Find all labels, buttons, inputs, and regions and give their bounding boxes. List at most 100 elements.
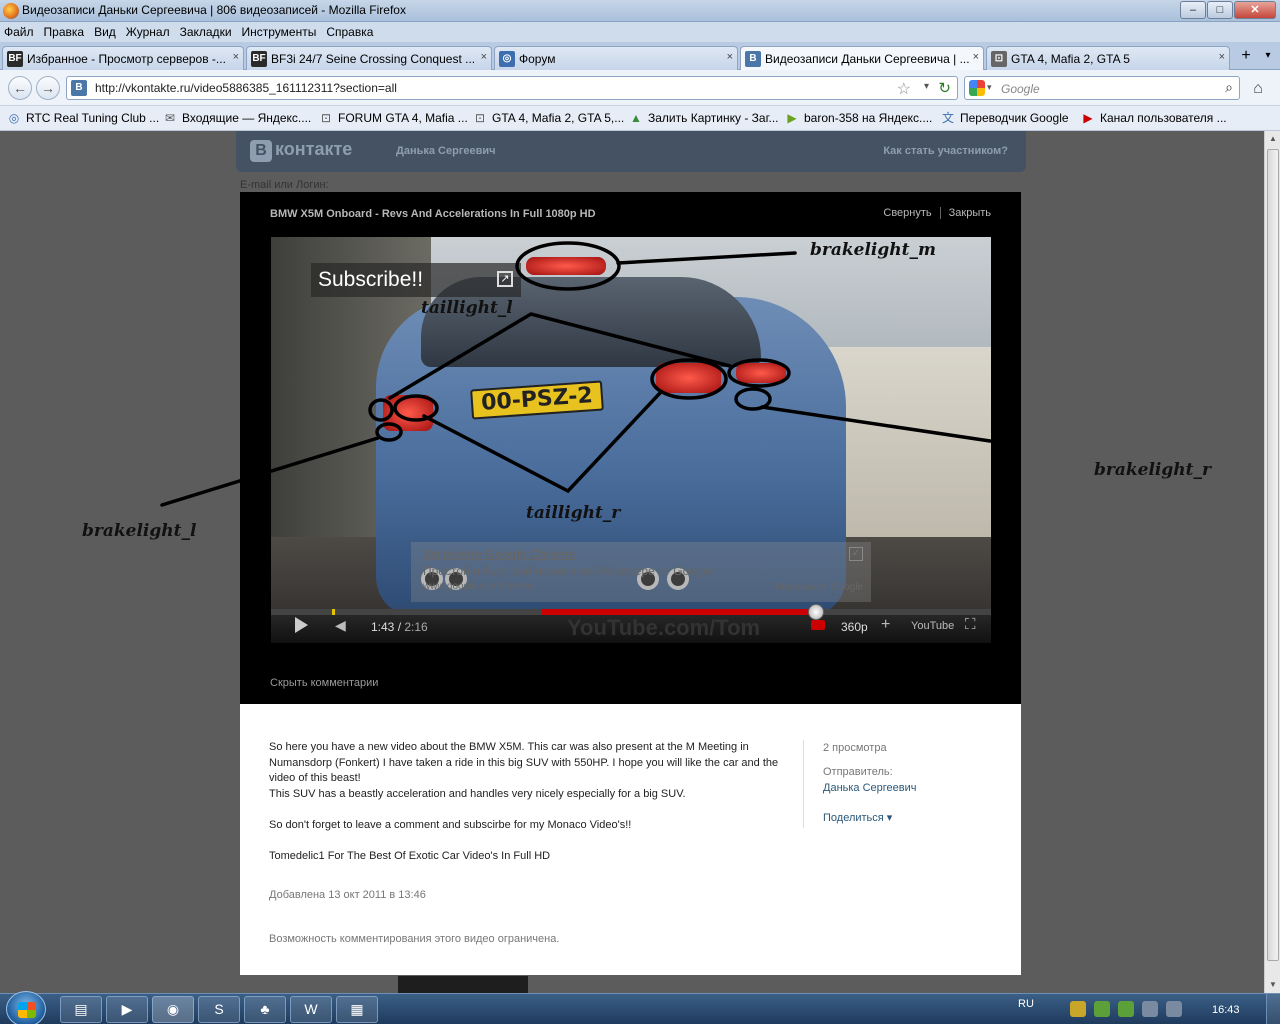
bookmark-forum-gta[interactable]: ⊡ FORUM GTA 4, Mafia ... <box>318 111 468 125</box>
network-icon[interactable] <box>1142 1001 1158 1017</box>
bookmark-baron[interactable]: ▶ baron-358 на Яндекс.... <box>784 111 932 125</box>
vk-logo[interactable]: Bконтакте <box>250 139 352 162</box>
tray-app-icon[interactable] <box>1094 1001 1110 1017</box>
view-count: 2 просмотра <box>823 742 887 754</box>
home-button[interactable]: ⌂ <box>1246 78 1270 100</box>
google-icon[interactable] <box>969 80 985 96</box>
hide-comments-link[interactable]: Скрыть комментарии <box>270 677 378 689</box>
clock[interactable]: 16:43 <box>1212 1004 1240 1016</box>
external-link-icon[interactable]: ↗ <box>497 271 513 287</box>
sender-link[interactable]: Данька Сергеевич <box>823 782 917 794</box>
tab-vk-videos[interactable]: B Видеозаписи Даньки Сергеевича | ... × <box>740 46 984 71</box>
maximize-button[interactable]: □ <box>1207 1 1233 19</box>
tab-label: Избранное - Просмотр серверов -... <box>27 52 226 66</box>
menu-file[interactable]: Файл <box>4 25 34 39</box>
video-player[interactable]: 00-PSZ-2 Subscribe!! ↗ Загрузите Google … <box>271 237 991 643</box>
menu-view[interactable]: Вид <box>94 25 116 39</box>
menu-edit[interactable]: Правка <box>44 25 85 39</box>
reload-icon[interactable]: ↻ <box>938 79 951 97</box>
taskbar-firefox[interactable]: ◉ <box>152 996 194 1023</box>
address-bar[interactable]: B http://vkontakte.ru/video5886385_16111… <box>66 76 958 100</box>
page-scrollbar[interactable]: ▲ ▼ <box>1264 131 1280 993</box>
scroll-up-icon[interactable]: ▲ <box>1265 131 1280 147</box>
menu-tools[interactable]: Инструменты <box>242 25 317 39</box>
tray-app-icon[interactable] <box>1070 1001 1086 1017</box>
ad-url[interactable]: www.google.com/chrome <box>423 581 535 592</box>
tab-list-button[interactable]: ▾ <box>1260 46 1276 66</box>
close-link[interactable]: Закрыть <box>949 207 991 219</box>
scrollbar-thumb[interactable] <box>1267 149 1279 961</box>
forward-button[interactable]: → <box>36 76 60 100</box>
search-input[interactable]: Google <box>1001 82 1040 96</box>
ad-title[interactable]: Загрузите Google Chrome <box>423 547 575 561</box>
close-button[interactable]: ✕ <box>1234 1 1276 19</box>
show-desktop-button[interactable] <box>1266 994 1280 1024</box>
fullscreen-icon[interactable]: ⛶ <box>965 616 976 633</box>
menu-bookmarks[interactable]: Закладки <box>180 25 232 39</box>
volume-icon[interactable]: ◀ <box>335 617 346 634</box>
volume-icon[interactable] <box>1166 1001 1182 1017</box>
bookmark-rtc[interactable]: ◎ RTC Real Tuning Club ... <box>6 111 159 125</box>
quality-button[interactable]: 360p <box>841 620 868 634</box>
bookmark-youtube-channel[interactable]: ▶ Канал пользователя ... <box>1080 111 1226 125</box>
google-ad-overlay[interactable]: Загрузите Google Chrome Простой и быстры… <box>411 542 871 602</box>
tab-close-icon[interactable]: × <box>973 51 979 63</box>
annotation-brakelight-l: brakelight_l <box>82 521 197 541</box>
share-button[interactable]: Поделиться ▾ <box>823 811 892 824</box>
tab-label: GTA 4, Mafia 2, GTA 5 <box>1011 52 1130 66</box>
search-engine-dropdown-icon[interactable]: ▾ <box>987 82 992 93</box>
menu-history[interactable]: Журнал <box>126 25 170 39</box>
history-dropdown-icon[interactable]: ▾ <box>924 81 929 92</box>
site-identity-icon[interactable]: B <box>71 80 87 96</box>
translate-icon: 文 <box>941 111 954 125</box>
tab-forum[interactable]: ◎ Форум × <box>494 46 738 70</box>
bookmark-upload-image[interactable]: ▲ Залить Картинку - Заг... <box>628 111 778 125</box>
tab-bf3i[interactable]: BF BF3i 24/7 Seine Crossing Conquest ...… <box>246 46 492 70</box>
video-description-panel: So here you have a new video about the B… <box>240 704 1021 975</box>
globe-icon: ◎ <box>8 111 20 125</box>
taskbar-app[interactable]: ▦ <box>336 996 378 1023</box>
vk-join-link[interactable]: Как стать участником? <box>883 145 1008 157</box>
annotations-icon[interactable] <box>811 620 825 630</box>
language-indicator[interactable]: RU <box>1018 998 1034 1010</box>
tab-gta[interactable]: ⊡ GTA 4, Mafia 2, GTA 5 × <box>986 46 1230 70</box>
ad-close-icon[interactable]: ✓ <box>849 547 863 561</box>
collapse-link[interactable]: Свернуть <box>883 207 931 219</box>
menu-help[interactable]: Справка <box>326 25 373 39</box>
progress-knob[interactable] <box>808 604 825 620</box>
start-button[interactable] <box>6 991 46 1024</box>
minimize-button[interactable]: – <box>1180 1 1206 19</box>
youtube-icon: ▶ <box>1083 111 1093 125</box>
tab-close-icon[interactable]: × <box>233 51 239 63</box>
taskbar-skype[interactable]: S <box>198 996 240 1023</box>
search-bar[interactable]: ▾ Google ⌕ <box>964 76 1240 100</box>
tray-app-icon[interactable] <box>1118 1001 1134 1017</box>
plus-icon[interactable]: + <box>881 616 890 634</box>
tab-favorites[interactable]: BF Избранное - Просмотр серверов -... × <box>2 46 244 70</box>
tab-close-icon[interactable]: × <box>1219 51 1225 63</box>
taskbar-word[interactable]: W <box>290 996 332 1023</box>
search-icon[interactable]: ⌕ <box>1225 79 1233 96</box>
bookmark-google-translate[interactable]: 文 Переводчик Google <box>940 111 1069 125</box>
subscribe-overlay[interactable]: Subscribe!! ↗ <box>311 263 521 297</box>
bookmark-gta[interactable]: ⊡ GTA 4, Mafia 2, GTA 5,... <box>472 111 624 125</box>
bookmark-yandex-inbox[interactable]: ✉ Входящие — Яндекс.... <box>162 111 311 125</box>
vk-icon: B <box>745 51 761 67</box>
play-icon[interactable] <box>295 617 308 633</box>
youtube-logo[interactable]: YouTube <box>911 620 954 632</box>
url-text[interactable]: http://vkontakte.ru/video5886385_1611123… <box>95 81 397 95</box>
taskbar-media-player[interactable]: ▶ <box>106 996 148 1023</box>
vk-breadcrumb[interactable]: Данька Сергеевич <box>396 145 496 157</box>
taskbar-explorer[interactable]: ▤ <box>60 996 102 1023</box>
new-tab-button[interactable]: + <box>1236 46 1256 66</box>
description-paragraph: This SUV has a beastly acceleration and … <box>269 787 686 800</box>
gamepad-icon: ⊡ <box>991 51 1007 67</box>
taskbar-app[interactable]: ♣ <box>244 996 286 1023</box>
tab-label: Форум <box>519 52 556 66</box>
tab-close-icon[interactable]: × <box>727 51 733 63</box>
scroll-down-icon[interactable]: ▼ <box>1265 977 1280 993</box>
window-titlebar: Видеозаписи Даньки Сергеевича | 806 виде… <box>0 0 1280 22</box>
tab-close-icon[interactable]: × <box>481 51 487 63</box>
bookmark-star-icon[interactable]: ☆ <box>897 79 911 99</box>
back-button[interactable]: ← <box>8 76 32 100</box>
